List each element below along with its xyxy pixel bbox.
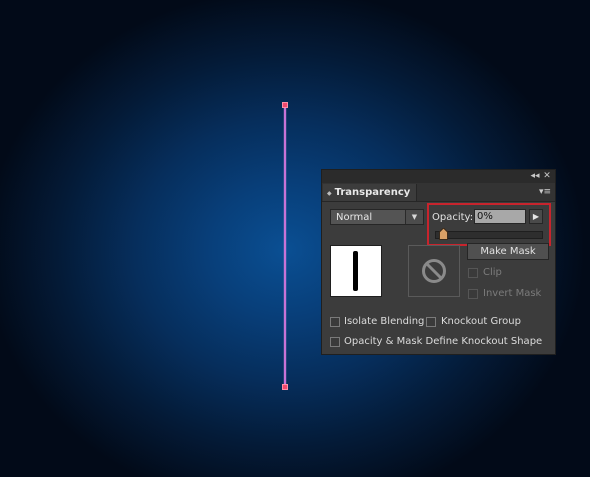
anchor-point-bottom[interactable] [282,384,288,390]
isolate-blending-label: Isolate Blending [344,316,425,327]
transparency-panel: ◂◂ ✕ ◆ Transparency ▾≡ Normal ▼ Opacity: … [321,169,556,355]
tab-transparency[interactable]: ◆ Transparency [323,184,418,201]
knockout-group-checkbox[interactable] [426,317,436,327]
object-thumbnail[interactable] [330,245,382,297]
anchor-point-top[interactable] [282,102,288,108]
make-mask-button[interactable]: Make Mask [467,243,549,260]
selected-path-line[interactable] [284,106,286,387]
panel-title-bar[interactable]: ◂◂ ✕ [322,170,555,184]
chevron-down-icon[interactable]: ▼ [405,210,423,224]
mask-thumbnail[interactable] [408,245,460,297]
tab-label: Transparency [334,187,411,198]
tab-options-icon: ◆ [327,190,332,197]
opacity-label: Opacity: [432,212,474,223]
clip-label: Clip [483,267,502,278]
close-panel-icon[interactable]: ✕ [541,171,553,182]
blend-mode-value: Normal [336,212,373,223]
clip-checkbox[interactable] [468,268,478,278]
invert-mask-checkbox[interactable] [468,289,478,299]
define-knockout-shape-label: Opacity & Mask Define Knockout Shape [344,336,543,347]
opacity-slider-toggle-icon[interactable]: ▶ [529,209,543,224]
define-knockout-shape-checkbox[interactable] [330,337,340,347]
object-thumbnail-shape [353,251,358,291]
slider-thumb-icon[interactable] [439,228,448,240]
no-symbol-icon [422,259,446,283]
panel-menu-icon[interactable]: ▾≡ [538,186,552,198]
knockout-group-label: Knockout Group [441,316,521,327]
opacity-slider-track[interactable] [435,231,543,239]
panel-tab-strip: ◆ Transparency [322,183,555,202]
opacity-field[interactable]: 0% [474,209,526,224]
blend-mode-dropdown[interactable]: Normal ▼ [330,209,424,225]
isolate-blending-checkbox[interactable] [330,317,340,327]
collapse-panel-icon[interactable]: ◂◂ [529,171,541,182]
invert-mask-label: Invert Mask [483,288,542,299]
